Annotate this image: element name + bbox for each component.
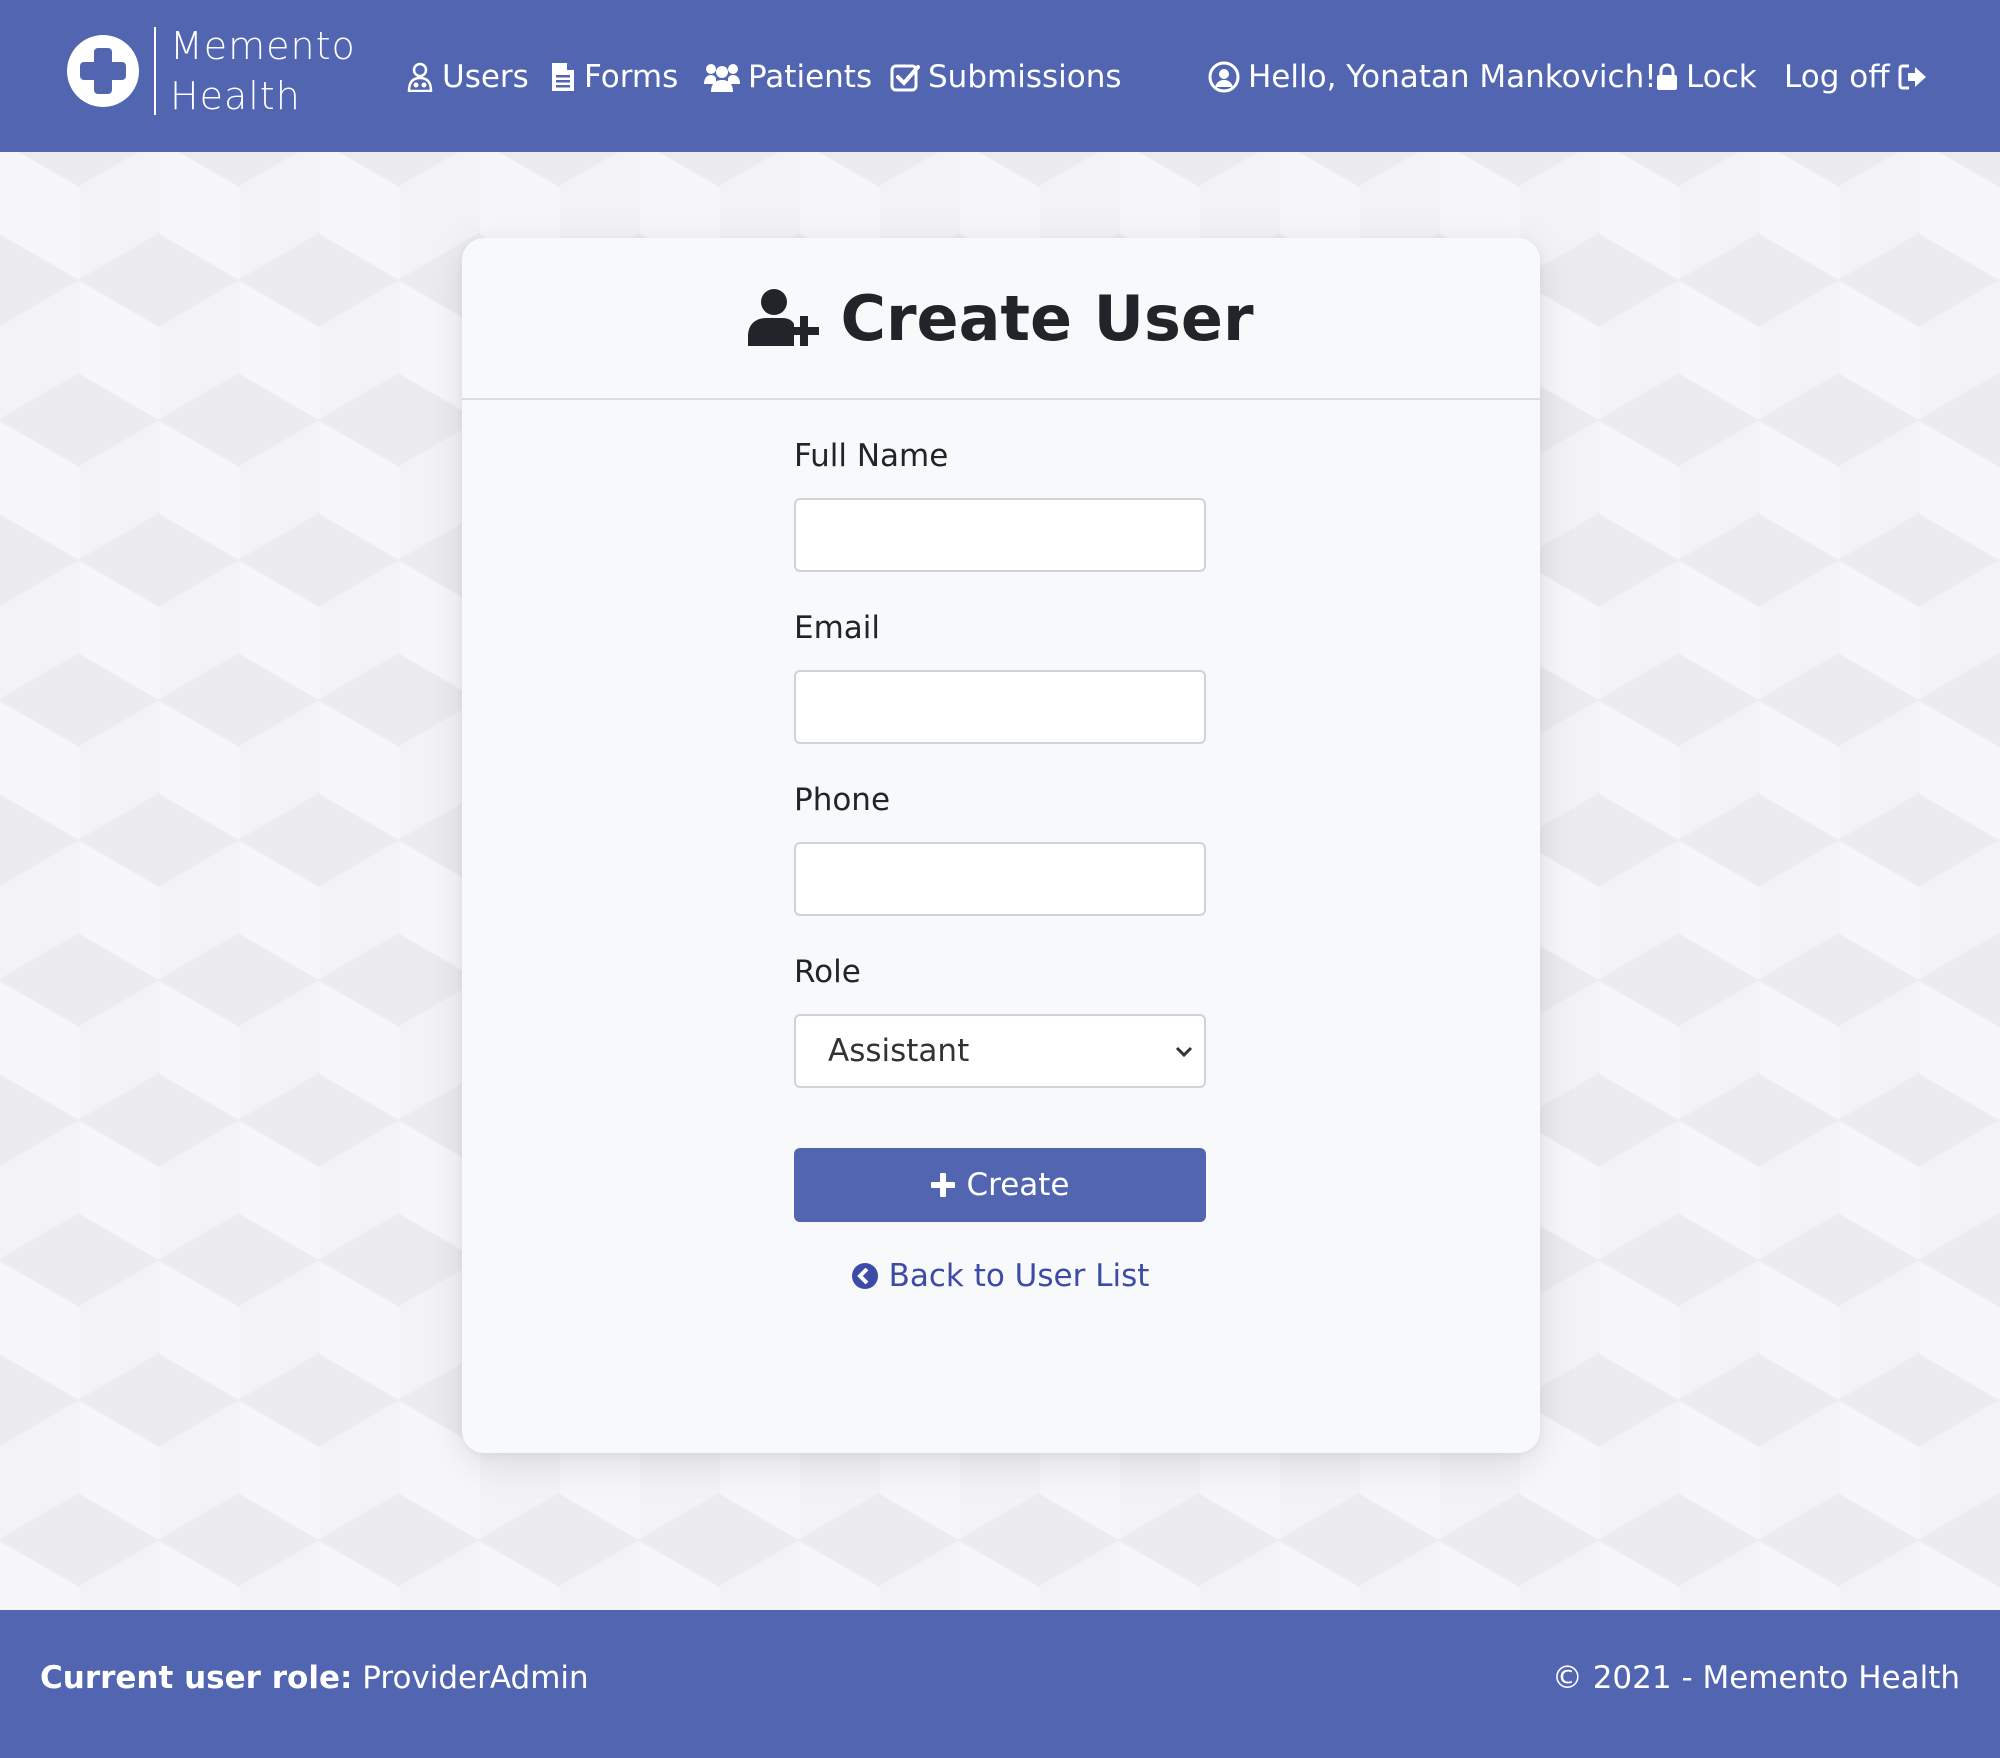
brand-name: Memento Health — [170, 21, 356, 121]
nav-submissions[interactable]: Submissions — [890, 52, 1122, 102]
email-input[interactable] — [794, 670, 1206, 744]
nav-logoff-label: Log off — [1784, 59, 1890, 95]
check-square-icon — [890, 64, 920, 92]
chevron-down-icon — [1175, 1046, 1193, 1058]
nav-submissions-label: Submissions — [928, 59, 1122, 95]
role-select[interactable]: Assistant — [794, 1014, 1206, 1088]
nav-lock-label: Lock — [1686, 59, 1757, 95]
create-button-label: Create — [966, 1167, 1070, 1203]
phone-input[interactable] — [794, 842, 1206, 916]
current-role-value: ProviderAdmin — [362, 1660, 589, 1696]
nav-lock[interactable]: Lock — [1656, 52, 1757, 102]
phone-label: Phone — [794, 782, 891, 818]
nav-forms-label: Forms — [584, 59, 679, 95]
nav-users[interactable]: Users — [406, 52, 529, 102]
nav-forms[interactable]: Forms — [550, 52, 678, 102]
current-role-label: Current user role: — [40, 1660, 353, 1696]
footer: Current user role: ProviderAdmin © 2021 … — [0, 1610, 2000, 1758]
nav-users-label: Users — [442, 59, 529, 95]
medical-cross-icon — [67, 35, 139, 107]
brand-divider — [154, 27, 156, 115]
card-header: Create User — [462, 238, 1540, 400]
brand-line2: Health — [170, 74, 301, 118]
back-to-user-list-link[interactable]: Back to User List — [794, 1226, 1206, 1326]
full-name-input[interactable] — [794, 498, 1206, 572]
back-link-label: Back to User List — [888, 1258, 1150, 1294]
chevron-circle-left-icon — [851, 1263, 878, 1289]
user-nurse-icon — [407, 62, 433, 92]
current-role: Current user role: ProviderAdmin — [40, 1660, 589, 1696]
nav-user-greeting[interactable]: Hello, Yonatan Mankovich! — [1208, 52, 1657, 102]
lock-icon — [1657, 63, 1677, 90]
create-user-card: Create User Full Name Email Phone Role A… — [462, 238, 1540, 1453]
nav-patients[interactable]: Patients — [704, 52, 872, 102]
top-navbar: Memento Health Users Forms Patients Subm… — [0, 0, 2000, 152]
full-name-label: Full Name — [794, 438, 949, 474]
plus-icon — [931, 1173, 956, 1197]
copyright: © 2021 - Memento Health — [1551, 1660, 1960, 1696]
file-icon — [552, 63, 574, 91]
role-selected-value: Assistant — [828, 1033, 970, 1069]
nav-logoff[interactable]: Log off — [1784, 52, 1928, 102]
user-plus-icon — [748, 289, 820, 346]
user-circle-icon — [1208, 61, 1240, 93]
create-button[interactable]: Create — [794, 1148, 1206, 1222]
page-title: Create User — [840, 281, 1254, 355]
nav-greeting-label: Hello, Yonatan Mankovich! — [1248, 59, 1657, 95]
users-icon — [704, 64, 740, 92]
sign-out-icon — [1898, 64, 1926, 90]
brand-line1: Memento — [170, 24, 356, 68]
brand[interactable]: Memento Health — [66, 24, 356, 118]
role-label: Role — [794, 954, 861, 990]
email-label: Email — [794, 610, 881, 646]
nav-patients-label: Patients — [748, 59, 873, 95]
